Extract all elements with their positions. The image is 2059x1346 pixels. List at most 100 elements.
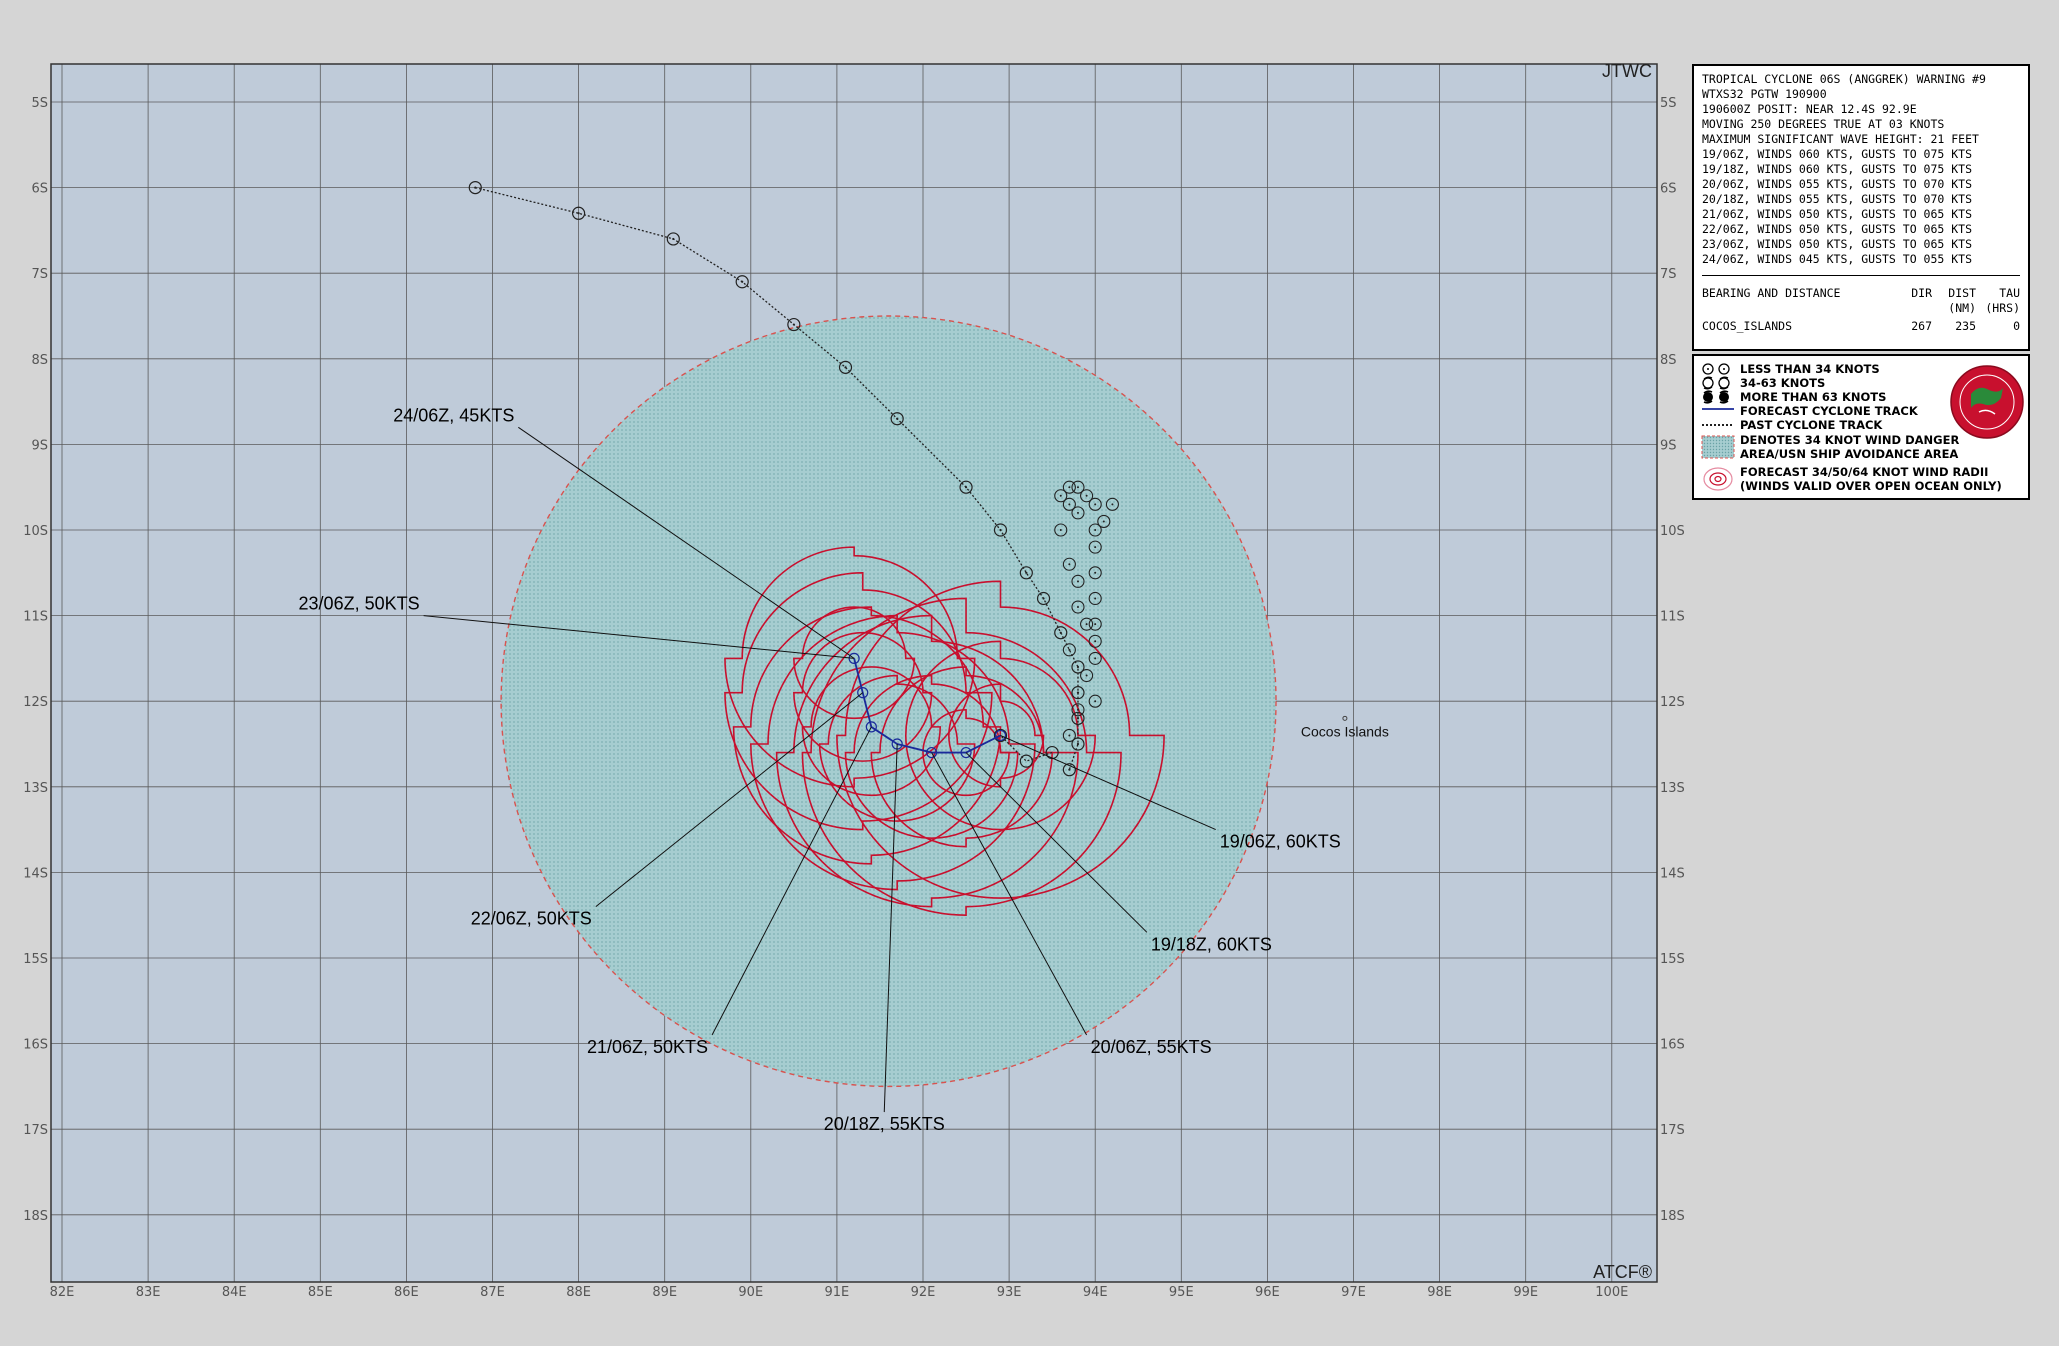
lat-tick-label-right: 11S — [1660, 610, 1685, 625]
early-position-center — [1094, 623, 1097, 626]
warning-line: 19/18Z, WINDS 060 KTS, GUSTS TO 075 KTS — [1702, 162, 1973, 176]
forecast-label: 23/06Z, 50KTS — [299, 594, 420, 614]
forecast-label: 24/06Z, 45KTS — [393, 405, 514, 425]
early-position-center — [1076, 580, 1079, 583]
lon-tick-label: 87E — [480, 1285, 505, 1300]
past-position-center — [1068, 768, 1071, 771]
lat-tick-label-left: 7S — [31, 267, 48, 282]
early-position-center — [1068, 503, 1071, 506]
forecast-label: 21/06Z, 50KTS — [587, 1037, 708, 1057]
past-track-line-icon — [1702, 424, 1734, 426]
lat-tick-label-right: 7S — [1660, 267, 1677, 282]
lat-tick-label-right: 18S — [1660, 1209, 1685, 1224]
bearing-units: (NM) (HRS) — [1702, 301, 2020, 316]
early-position-center — [1094, 546, 1097, 549]
lon-tick-label: 84E — [222, 1285, 247, 1300]
warning-line: 21/06Z, WINDS 050 KTS, GUSTS TO 065 KTS — [1702, 207, 1973, 221]
lon-tick-label: 95E — [1169, 1285, 1194, 1300]
lon-tick-label: 91E — [825, 1285, 850, 1300]
warning-line: TROPICAL CYCLONE 06S (ANGGREK) WARNING #… — [1702, 72, 1986, 86]
early-position-center — [1068, 734, 1071, 737]
past-position-center — [1042, 597, 1045, 600]
lat-tick-label-left: 9S — [31, 438, 48, 453]
past-position-center — [1025, 571, 1028, 574]
early-position-center — [1094, 503, 1097, 506]
lat-tick-label-left: 11S — [23, 610, 48, 625]
early-position-center — [1068, 486, 1071, 489]
lat-tick-label-left: 15S — [23, 952, 48, 967]
warning-line: WTXS32 PGTW 190900 — [1702, 87, 1827, 101]
past-position-center — [999, 528, 1002, 532]
lat-tick-label-right: 13S — [1660, 781, 1685, 796]
warning-line: 23/06Z, WINDS 050 KTS, GUSTS TO 065 KTS — [1702, 237, 1973, 251]
past-position-center — [792, 323, 795, 326]
lat-tick-label-right: 17S — [1660, 1123, 1685, 1138]
info-divider — [1702, 275, 2020, 276]
early-position-center — [1094, 657, 1097, 660]
lat-tick-label-right: 10S — [1660, 524, 1685, 539]
early-position-center — [1076, 708, 1079, 711]
place-label: Cocos Islands — [1301, 723, 1389, 739]
forecast-label: 20/06Z, 55KTS — [1091, 1037, 1212, 1057]
lat-tick-label-left: 5S — [31, 96, 48, 111]
past-position-center — [474, 186, 477, 189]
early-position-center — [1068, 563, 1071, 566]
jtwc-seal-icon — [1950, 365, 2024, 439]
lat-tick-label-left: 18S — [23, 1209, 48, 1224]
early-position-center — [1094, 640, 1097, 643]
col-tau: TAU — [1999, 286, 2020, 300]
lon-tick-label: 98E — [1427, 1285, 1452, 1300]
warning-line: 190600Z POSIT: NEAR 12.4S 92.9E — [1702, 102, 1917, 116]
bearing-dir: 267 — [1911, 319, 1932, 333]
bearing-dist: 235 — [1955, 319, 1976, 333]
past-position-center — [1059, 631, 1062, 634]
past-position-center — [1076, 691, 1080, 694]
past-position-center — [844, 366, 847, 369]
lat-tick-label-left: 10S — [23, 524, 48, 539]
early-position-center — [1076, 511, 1079, 514]
lat-tick-label-left: 8S — [31, 353, 48, 368]
col-tau-unit: (HRS) — [1985, 301, 2020, 315]
forecast-label: 19/06Z, 60KTS — [1220, 832, 1341, 852]
warning-line: MAXIMUM SIGNIFICANT WAVE HEIGHT: 21 FEET — [1702, 132, 1979, 146]
early-position-center — [1102, 520, 1105, 523]
lat-tick-label-left: 13S — [23, 781, 48, 796]
warning-line: 20/06Z, WINDS 055 KTS, GUSTS TO 070 KTS — [1702, 177, 1973, 191]
lat-tick-label-right: 12S — [1660, 695, 1685, 710]
lon-tick-label: 82E — [50, 1285, 75, 1300]
lat-tick-label-right: 14S — [1660, 866, 1685, 881]
past-position-center — [964, 486, 968, 489]
lon-tick-label: 92E — [911, 1285, 936, 1300]
lon-tick-label: 100E — [1595, 1285, 1628, 1300]
danger-area-swatch-icon — [1701, 435, 1735, 459]
bearing-header: BEARING AND DISTANCE DIR DIST TAU — [1702, 286, 2020, 301]
atcf-label: ATCF® — [1593, 1262, 1652, 1282]
past-position-center — [577, 212, 580, 215]
early-position-center — [1085, 494, 1088, 497]
warning-line: MOVING 250 DEGREES TRUE AT 03 KNOTS — [1702, 117, 1945, 131]
past-position-center — [896, 417, 899, 420]
cyclone-track-map: 19/06Z, 60KTS 19/18Z, 60KTS 20/06Z, 55KTS 2… — [23, 61, 1685, 1300]
warning-line: 19/06Z, WINDS 060 KTS, GUSTS TO 075 KTS — [1702, 147, 1973, 161]
lat-tick-label-right: 8S — [1660, 353, 1677, 368]
danger-area-circle — [500, 315, 1277, 1088]
warning-line: 20/18Z, WINDS 055 KTS, GUSTS TO 070 KTS — [1702, 192, 1973, 206]
lon-tick-label: 83E — [136, 1285, 161, 1300]
lon-tick-label: 86E — [394, 1285, 419, 1300]
lon-tick-label: 99E — [1513, 1285, 1538, 1300]
bearing-row: COCOS_ISLANDS 267 235 0 — [1702, 319, 2020, 334]
lat-tick-label-left: 6S — [31, 182, 48, 197]
early-position-center — [1094, 597, 1097, 600]
warning-line: 24/06Z, WINDS 045 KTS, GUSTS TO 055 KTS — [1702, 252, 1973, 266]
early-position-center — [1085, 674, 1088, 677]
lat-tick-label-right: 15S — [1660, 952, 1685, 967]
map-legend: LESS THAN 34 KNOTS 34-63 KNOTS MORE THAN… — [1692, 354, 2030, 500]
lat-tick-label-left: 14S — [23, 866, 48, 881]
bearing-title: BEARING AND DISTANCE — [1702, 286, 1841, 300]
bearing-tau: 0 — [2013, 319, 2020, 333]
past-position-center — [741, 280, 744, 283]
warning-line: 22/06Z, WINDS 050 KTS, GUSTS TO 065 KTS — [1702, 222, 1973, 236]
lon-tick-label: 93E — [997, 1285, 1022, 1300]
lon-tick-label: 90E — [738, 1285, 763, 1300]
early-position-center — [1094, 529, 1097, 531]
